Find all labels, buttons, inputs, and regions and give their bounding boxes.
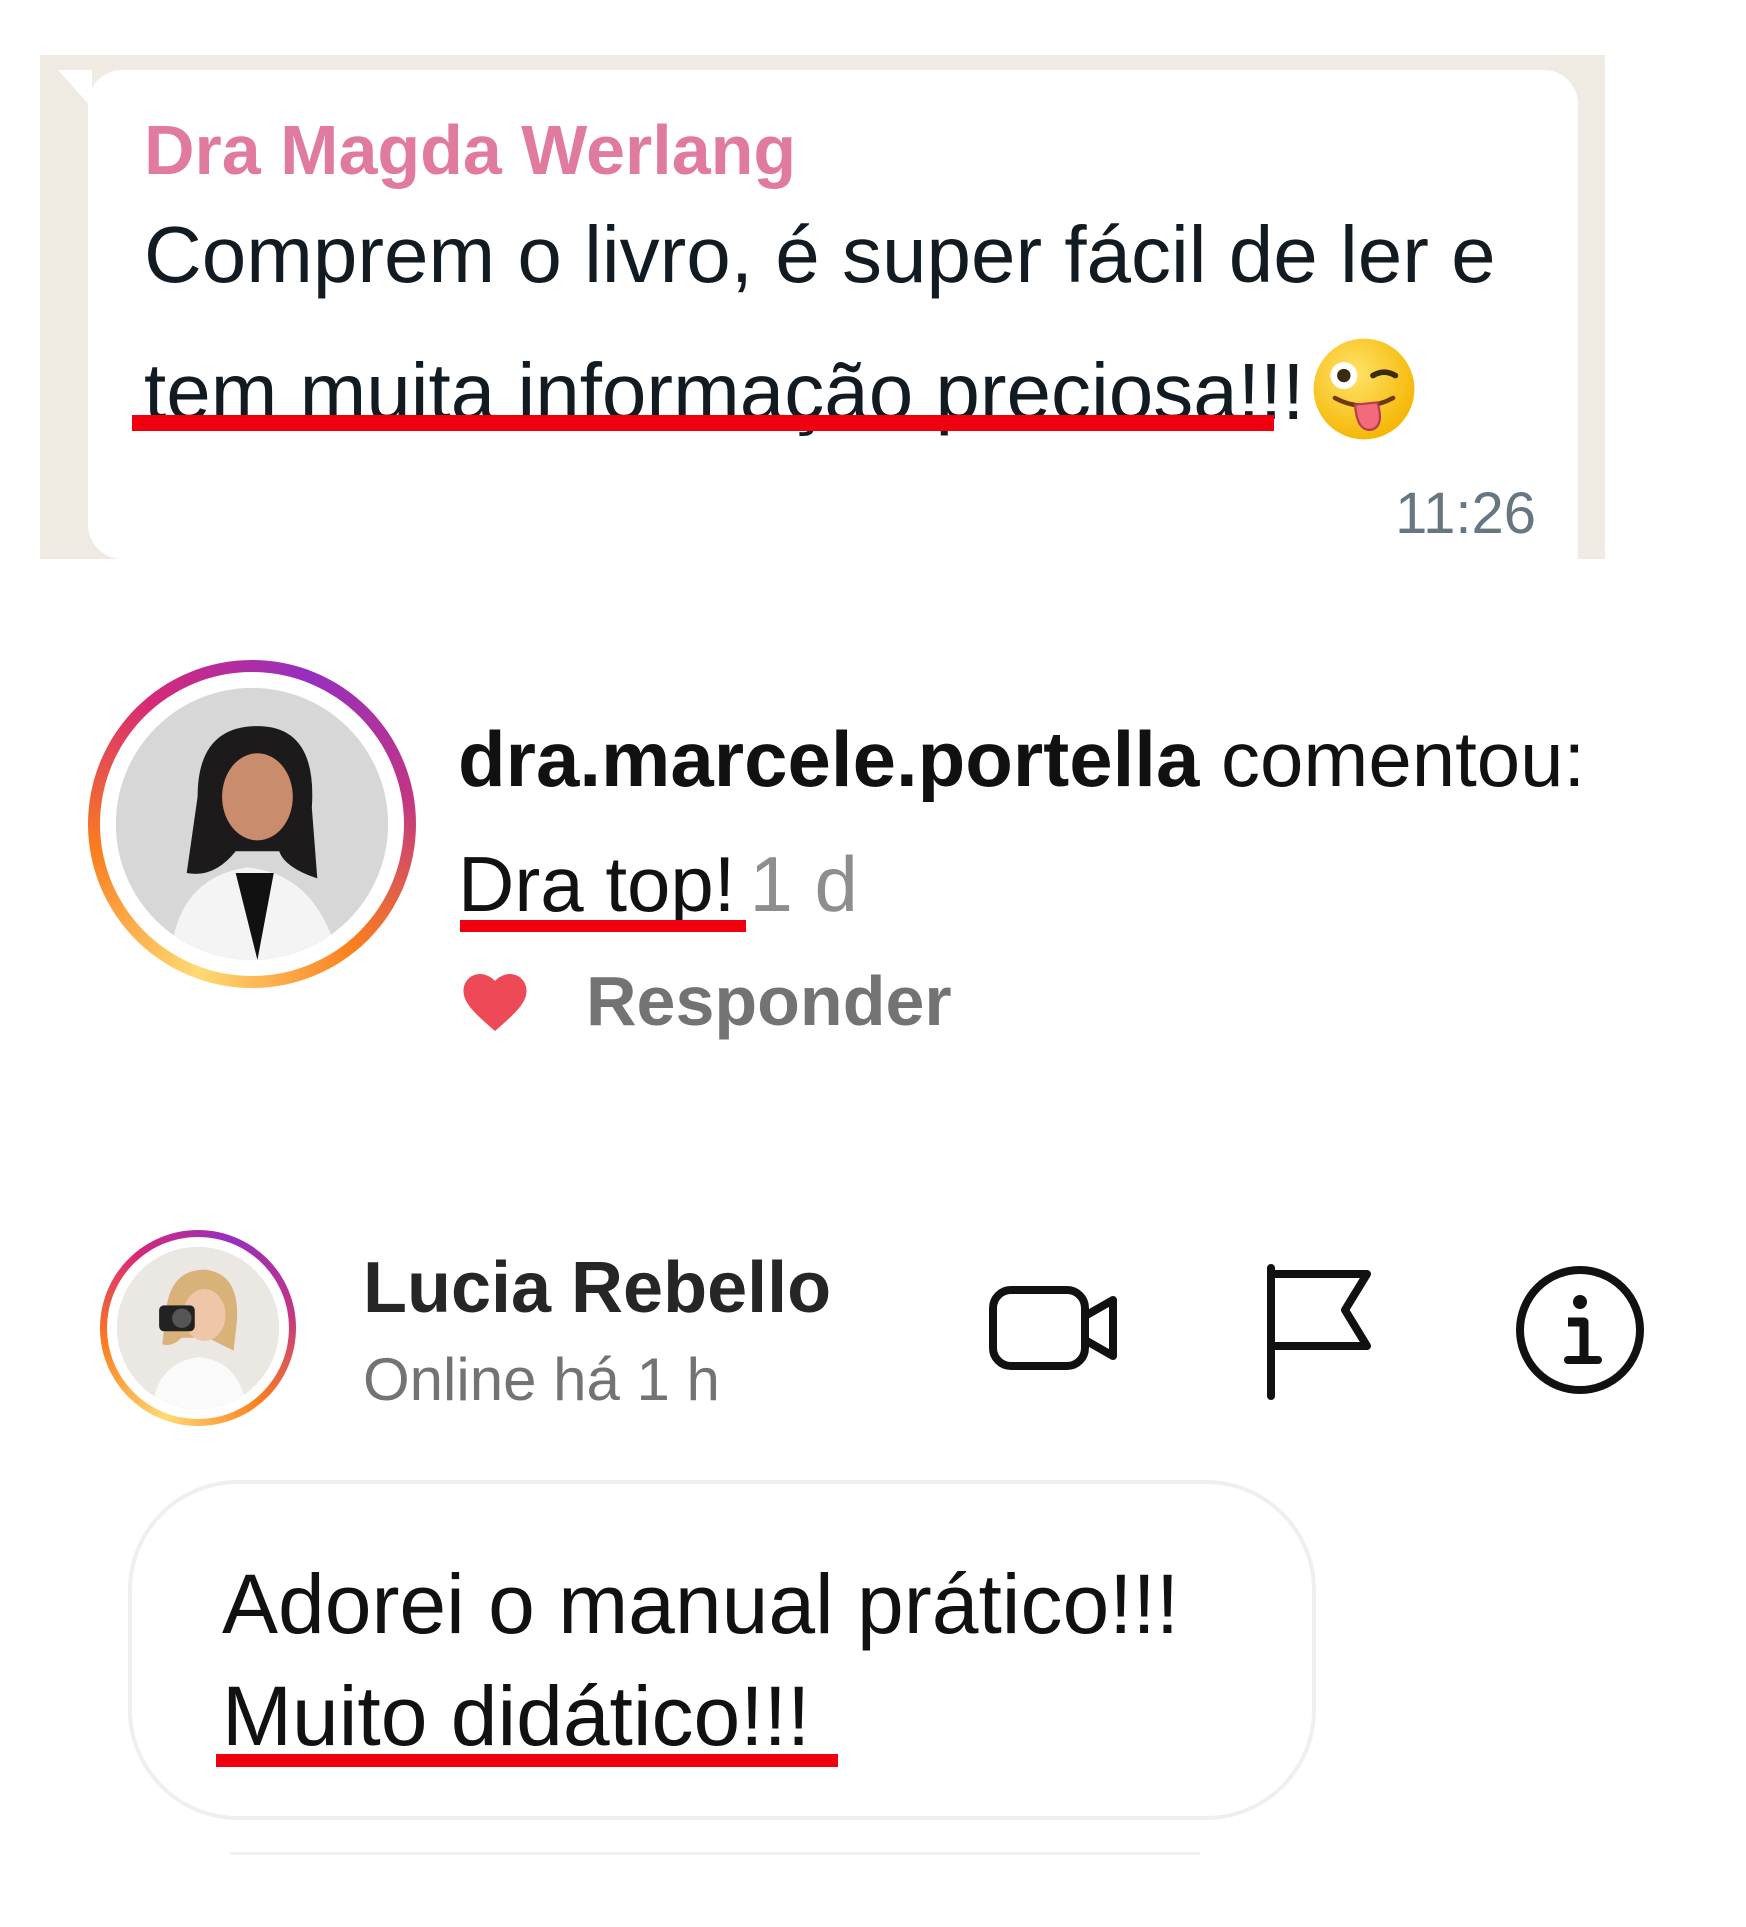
comment-header: dra.marcele.portella comentou: xyxy=(458,720,1585,798)
whatsapp-message-bubble[interactable]: Dra Magda Werlang Comprem o livro, é sup… xyxy=(58,70,1578,559)
info-icon[interactable] xyxy=(1510,1260,1650,1400)
highlight-underline xyxy=(132,415,1274,431)
comment-text: Dra top! xyxy=(458,840,736,928)
flag-icon[interactable] xyxy=(1255,1260,1395,1400)
dm-avatar[interactable] xyxy=(100,1230,296,1426)
comment-action: comentou: xyxy=(1199,715,1586,803)
dm-message-bubble[interactable]: Adorei o manual prático!!! Muito didátic… xyxy=(128,1480,1316,1820)
instagram-comment: dra.marcele.portella comentou: Dra top! 1… xyxy=(0,600,1746,1160)
instagram-dm: Lucia Rebello Online há 1 h Adorei o man… xyxy=(0,1200,1746,1927)
dm-online-status: Online há 1 h xyxy=(363,1346,720,1413)
dm-message-line-2: Muito didático!!! xyxy=(222,1669,811,1763)
portrait-icon xyxy=(116,688,388,960)
video-call-icon[interactable] xyxy=(985,1258,1125,1398)
comment-time: 1 d xyxy=(749,840,858,928)
comment-username[interactable]: dra.marcele.portella xyxy=(458,715,1199,803)
avatar-photo xyxy=(116,688,388,960)
dm-contact-name[interactable]: Lucia Rebello xyxy=(363,1252,831,1324)
comment-body: Dra top! 1 d xyxy=(458,845,858,923)
winking-face-with-tongue-icon xyxy=(1314,338,1415,440)
dm-message-line-1: Adorei o manual prático!!! xyxy=(222,1557,1180,1651)
divider xyxy=(230,1852,1200,1855)
whatsapp-message-line-1: Comprem o livro, é super fácil de ler e xyxy=(144,210,1496,299)
bubble-tail xyxy=(58,70,92,108)
whatsapp-message-time: 11:26 xyxy=(1395,481,1536,546)
avatar-photo xyxy=(117,1247,279,1409)
portrait-icon xyxy=(117,1247,279,1409)
highlight-underline xyxy=(460,920,746,932)
whatsapp-sender-name[interactable]: Dra Magda Werlang xyxy=(144,110,796,190)
highlight-underline xyxy=(216,1754,838,1767)
commenter-avatar[interactable] xyxy=(88,660,416,988)
reply-button[interactable]: Responder xyxy=(586,966,952,1036)
whatsapp-chat-area: Dra Magda Werlang Comprem o livro, é sup… xyxy=(40,55,1605,559)
heart-icon[interactable] xyxy=(458,968,532,1034)
